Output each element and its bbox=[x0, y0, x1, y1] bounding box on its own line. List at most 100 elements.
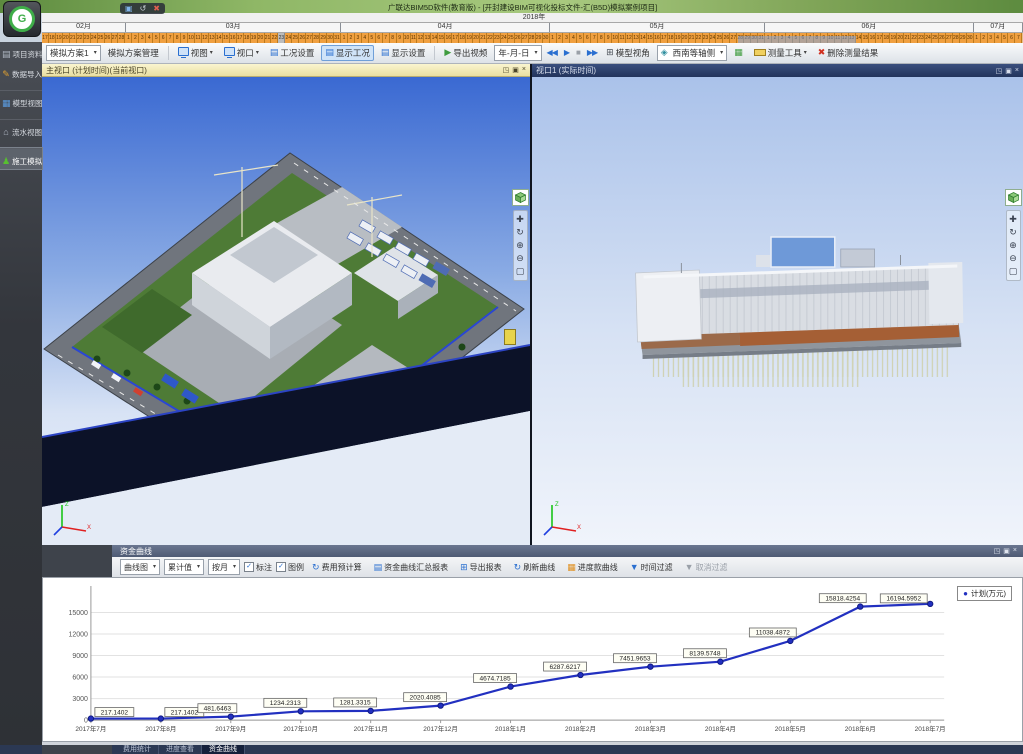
timeline-day-cell[interactable]: 2 bbox=[348, 33, 355, 43]
timeline-day-cell[interactable]: 7 bbox=[591, 33, 598, 43]
pan-icon[interactable]: ✚ bbox=[1007, 213, 1020, 226]
timeline-day-cell[interactable]: 1 bbox=[974, 33, 981, 43]
timeline-day-cell[interactable]: 14 bbox=[856, 33, 863, 43]
timeline-day-cell[interactable]: 21 bbox=[480, 33, 487, 43]
timeline-day-cell[interactable]: 31 bbox=[758, 33, 765, 43]
view-menu-button[interactable]: 视图 ▾ bbox=[174, 45, 217, 61]
timeline-day-cell[interactable]: 21 bbox=[904, 33, 911, 43]
value-mode-select[interactable]: 累计值 ▾ bbox=[164, 559, 204, 575]
timeline-day-cell[interactable]: 19 bbox=[890, 33, 897, 43]
timeline-day-cell[interactable]: 7 bbox=[383, 33, 390, 43]
timeline-day-cell[interactable]: 19 bbox=[251, 33, 258, 43]
zoom-in-icon[interactable]: ⊕ bbox=[514, 239, 527, 252]
timeline-day-cell[interactable]: 1 bbox=[765, 33, 772, 43]
schedule-table-button[interactable]: ▦ bbox=[730, 46, 747, 59]
timeline-day-cell[interactable]: 26 bbox=[105, 33, 112, 43]
timeline-day-cell[interactable]: 17 bbox=[452, 33, 459, 43]
zoom-in-icon[interactable]: ⊕ bbox=[1007, 239, 1020, 252]
timeline-day-cell[interactable]: 11 bbox=[411, 33, 418, 43]
timeline-day-cell[interactable]: 11 bbox=[619, 33, 626, 43]
timeline-day-cell[interactable]: 20 bbox=[473, 33, 480, 43]
view-preset-select[interactable]: ◈ 西南等轴侧 ▾ bbox=[657, 45, 727, 61]
timeline-day-cell[interactable]: 16 bbox=[654, 33, 661, 43]
viewport-1-titlebar[interactable]: 视口1 (实际时间) ◳ ▣ × bbox=[532, 64, 1023, 77]
timeline-day-cell[interactable]: 17 bbox=[237, 33, 244, 43]
timeline-day-cell[interactable]: 8 bbox=[598, 33, 605, 43]
timeline-day-cell[interactable]: 22 bbox=[911, 33, 918, 43]
timeline-day-cell[interactable]: 20 bbox=[63, 33, 70, 43]
timeline-day-cell[interactable]: 4 bbox=[362, 33, 369, 43]
timeline-day-cell[interactable]: 26 bbox=[723, 33, 730, 43]
curve-type-select[interactable]: 曲线图 ▾ bbox=[120, 559, 160, 575]
orbit-icon[interactable]: ↻ bbox=[514, 226, 527, 239]
timeline-day-cell[interactable]: 1 bbox=[550, 33, 557, 43]
timeline-day-cell[interactable]: 15 bbox=[862, 33, 869, 43]
delete-icon[interactable]: ✖ bbox=[153, 5, 160, 13]
timeline-day-cell[interactable]: 20 bbox=[258, 33, 265, 43]
export-report-button[interactable]: ⊞ 导出报表 bbox=[456, 560, 506, 575]
timeline-day-cell[interactable]: 22 bbox=[77, 33, 84, 43]
funds-panel-titlebar[interactable]: 资金曲线 ◳ ▣ × bbox=[42, 545, 1023, 557]
timeline-day-cell[interactable]: 26 bbox=[299, 33, 306, 43]
timeline-day-cell[interactable]: 19 bbox=[466, 33, 473, 43]
timeline-day-cell[interactable]: 15 bbox=[438, 33, 445, 43]
timeline-day-cell[interactable]: 24 bbox=[501, 33, 508, 43]
timeline-day-cell[interactable]: 27 bbox=[112, 33, 119, 43]
timeline-day-cell[interactable]: 19 bbox=[56, 33, 63, 43]
timeline-day-cell[interactable]: 12 bbox=[842, 33, 849, 43]
timeline-day-cell[interactable]: 14 bbox=[640, 33, 647, 43]
zoom-out-icon[interactable]: ⊖ bbox=[514, 252, 527, 265]
maximize-icon[interactable]: ▣ bbox=[1005, 67, 1012, 75]
timeline-day-cell[interactable]: 9 bbox=[181, 33, 188, 43]
sidebar-item-flow-view[interactable]: ⌂ 流水视图 bbox=[0, 119, 42, 140]
progress-payment-curve-button[interactable]: ▦ 进度款曲线 bbox=[563, 560, 622, 575]
timeline-day-cell[interactable]: 25 bbox=[932, 33, 939, 43]
timeline-day-cell[interactable]: 6 bbox=[160, 33, 167, 43]
timeline-day-cell[interactable]: 17 bbox=[876, 33, 883, 43]
timeline-day-cell[interactable]: 8 bbox=[174, 33, 181, 43]
timeline-day-cell[interactable]: 23 bbox=[494, 33, 501, 43]
timeline-day-cell[interactable]: 10 bbox=[188, 33, 195, 43]
timeline-day-cell[interactable]: 2 bbox=[132, 33, 139, 43]
sidebar-item-model-view[interactable]: ▦ 模型视图 bbox=[0, 90, 42, 111]
timeline-day-cell[interactable]: 6 bbox=[376, 33, 383, 43]
tab-cost-statistics[interactable]: 费用统计 bbox=[116, 745, 159, 754]
timeline-day-cell[interactable]: 18 bbox=[668, 33, 675, 43]
cost-precalc-button[interactable]: ↻ 费用预计算 bbox=[308, 560, 366, 575]
timeline-day-cell[interactable]: 27 bbox=[946, 33, 953, 43]
timeline-day-cell[interactable]: 4 bbox=[995, 33, 1002, 43]
timeline-day-cell[interactable]: 22 bbox=[696, 33, 703, 43]
undo-icon[interactable]: ↺ bbox=[140, 5, 147, 13]
timeline-day-cell[interactable]: 24 bbox=[925, 33, 932, 43]
timeline-day-cell[interactable]: 1 bbox=[341, 33, 348, 43]
timeline-day-cell[interactable]: 23 bbox=[918, 33, 925, 43]
timeline-day-cell[interactable]: 30 bbox=[543, 33, 550, 43]
timeline-day-cell[interactable]: 29 bbox=[744, 33, 751, 43]
timeline-day-cell[interactable]: 25 bbox=[508, 33, 515, 43]
timeline-day-cell[interactable]: 5 bbox=[153, 33, 160, 43]
timeline-day-cell[interactable]: 16 bbox=[869, 33, 876, 43]
sidebar-item-construction-simulation[interactable]: ♟ 施工模拟 bbox=[0, 148, 42, 169]
maximize-icon[interactable]: ▣ bbox=[1003, 547, 1010, 555]
timeline-day-cell[interactable]: 20 bbox=[682, 33, 689, 43]
timeline-day-cell[interactable]: 10 bbox=[828, 33, 835, 43]
timeline-day-cell[interactable]: 29 bbox=[960, 33, 967, 43]
timeline-day-cell[interactable]: 3 bbox=[988, 33, 995, 43]
model-view-angle-button[interactable]: ⊞ 模型视角 bbox=[602, 45, 654, 61]
timeline-day-cell[interactable]: 6 bbox=[584, 33, 591, 43]
timeline-day-cell[interactable]: 4 bbox=[146, 33, 153, 43]
timeline-day-cell[interactable]: 14 bbox=[431, 33, 438, 43]
view-cube-button[interactable] bbox=[512, 189, 529, 206]
cancel-filter-button[interactable]: ▼ 取消过滤 bbox=[681, 560, 732, 575]
timeline-day-cell[interactable]: 7 bbox=[167, 33, 174, 43]
zoom-window-icon[interactable]: ▢ bbox=[514, 265, 527, 278]
timeline-day-cell[interactable]: 14 bbox=[216, 33, 223, 43]
timeline-day-cell[interactable]: 16 bbox=[445, 33, 452, 43]
app-menu-button[interactable]: G bbox=[3, 1, 41, 37]
timeline-day-cell[interactable]: 3 bbox=[563, 33, 570, 43]
timeline-day-cell[interactable]: 8 bbox=[390, 33, 397, 43]
timeline-day-cell[interactable]: 18 bbox=[244, 33, 251, 43]
timeline-day-cell[interactable]: 3 bbox=[779, 33, 786, 43]
timeline-day-cell[interactable]: 22 bbox=[271, 33, 278, 43]
date-format-select[interactable]: 年-月-日 ▾ bbox=[494, 45, 541, 61]
